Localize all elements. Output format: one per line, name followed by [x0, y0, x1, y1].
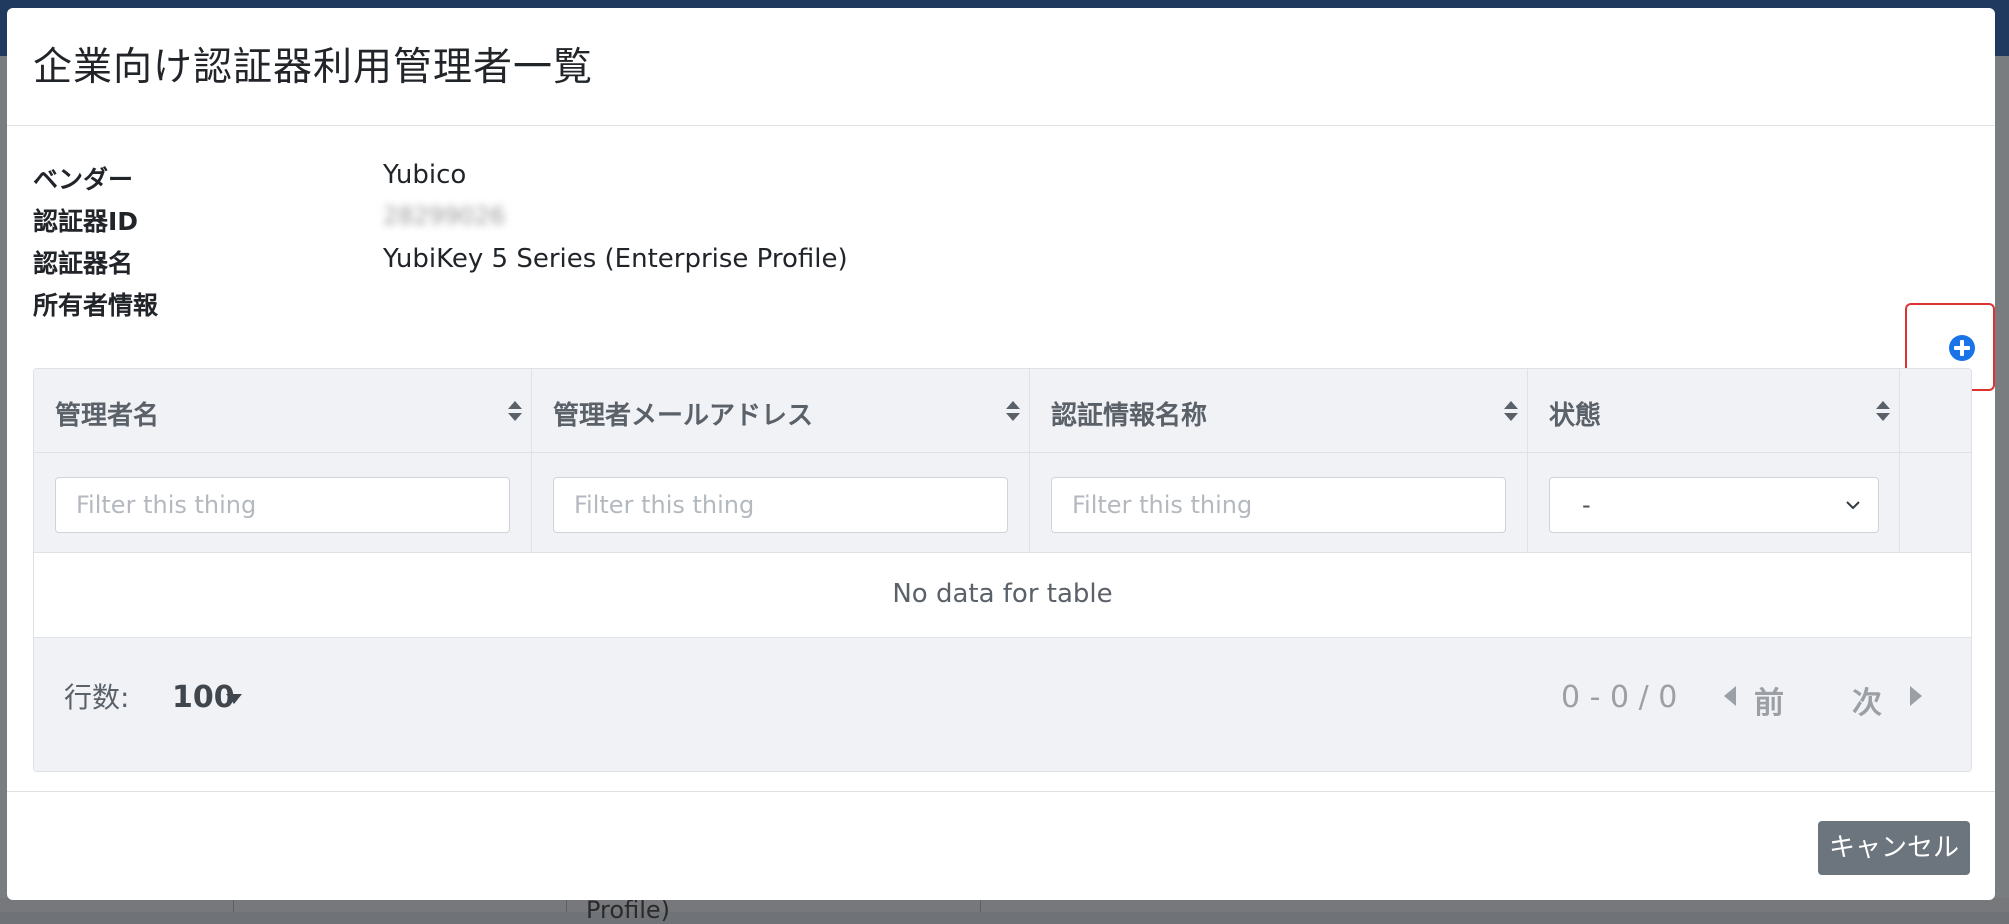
filter-input-admin-name[interactable] — [55, 477, 510, 533]
column-header-credential-name[interactable]: 認証情報名称 — [1051, 395, 1207, 432]
rows-per-page-label: 行数: — [64, 681, 130, 714]
info-value: Yubico — [383, 160, 467, 190]
admin-list-modal: 企業向け認証器利用管理者一覧 ベンダー Yubico 認証器ID 2829902… — [7, 8, 1995, 900]
info-row-vendor: ベンダー Yubico — [33, 160, 1033, 200]
sort-icon[interactable] — [1875, 399, 1891, 423]
sort-icon[interactable] — [1005, 399, 1021, 423]
cancel-button[interactable]: キャンセル — [1818, 821, 1970, 875]
empty-message: No data for table — [892, 579, 1113, 609]
background-row-text: Profile) — [586, 896, 670, 924]
sort-icon[interactable] — [507, 399, 523, 423]
caret-down-icon[interactable] — [226, 694, 242, 704]
info-value: YubiKey 5 Series (Enterprise Profile) — [383, 244, 848, 274]
filter-input-credential-name[interactable] — [1051, 477, 1506, 533]
filter-input-admin-email[interactable] — [553, 477, 1008, 533]
background-cell-divider — [980, 898, 981, 912]
column-header-status[interactable]: 状態 — [1549, 395, 1601, 432]
empty-row: No data for table — [34, 553, 1971, 638]
prev-page-label: 前 — [1754, 686, 1784, 721]
table-header-row — [34, 369, 1971, 453]
plus-circle-icon[interactable] — [1947, 333, 1977, 363]
column-header-admin-name[interactable]: 管理者名 — [55, 395, 159, 432]
info-label: ベンダー — [33, 165, 134, 194]
pagination-range: 0 - 0 / 0 — [1561, 680, 1678, 715]
info-label: 認証器ID — [33, 207, 139, 236]
background-table-row — [0, 898, 2009, 912]
sort-icon[interactable] — [1503, 399, 1519, 423]
column-divider — [1899, 369, 1900, 553]
column-divider — [531, 369, 532, 553]
admin-table: 管理者名 管理者メールアドレス 認証情報名称 状態 - No data for … — [33, 368, 1972, 772]
info-row-authenticator-name: 認証器名 YubiKey 5 Series (Enterprise Profil… — [33, 244, 1033, 284]
column-header-admin-email[interactable]: 管理者メールアドレス — [553, 395, 813, 432]
modal-title: 企業向け認証器利用管理者一覧 — [33, 45, 594, 90]
caret-right-icon — [1910, 686, 1922, 706]
next-page-label: 次 — [1852, 686, 1882, 721]
filter-select-status[interactable]: - — [1549, 477, 1879, 533]
info-row-authenticator-id: 認証器ID 28299026 — [33, 202, 1033, 242]
background-cell-divider — [566, 898, 567, 912]
background-cell-divider — [233, 898, 234, 912]
info-label: 認証器名 — [33, 249, 134, 278]
column-divider — [1029, 369, 1030, 553]
caret-left-icon — [1724, 686, 1736, 706]
chevron-down-icon — [1846, 501, 1860, 510]
modal-header: 企業向け認証器利用管理者一覧 — [7, 8, 1995, 126]
select-value: - — [1582, 491, 1591, 519]
table-footer: 行数: 100 0 - 0 / 0 前 次 — [34, 638, 1971, 771]
column-divider — [1527, 369, 1528, 553]
info-value-redacted: 28299026 — [383, 202, 506, 230]
info-row-owner: 所有者情報 — [33, 286, 1033, 326]
modal-footer-divider — [7, 791, 1995, 792]
info-label: 所有者情報 — [33, 291, 159, 320]
